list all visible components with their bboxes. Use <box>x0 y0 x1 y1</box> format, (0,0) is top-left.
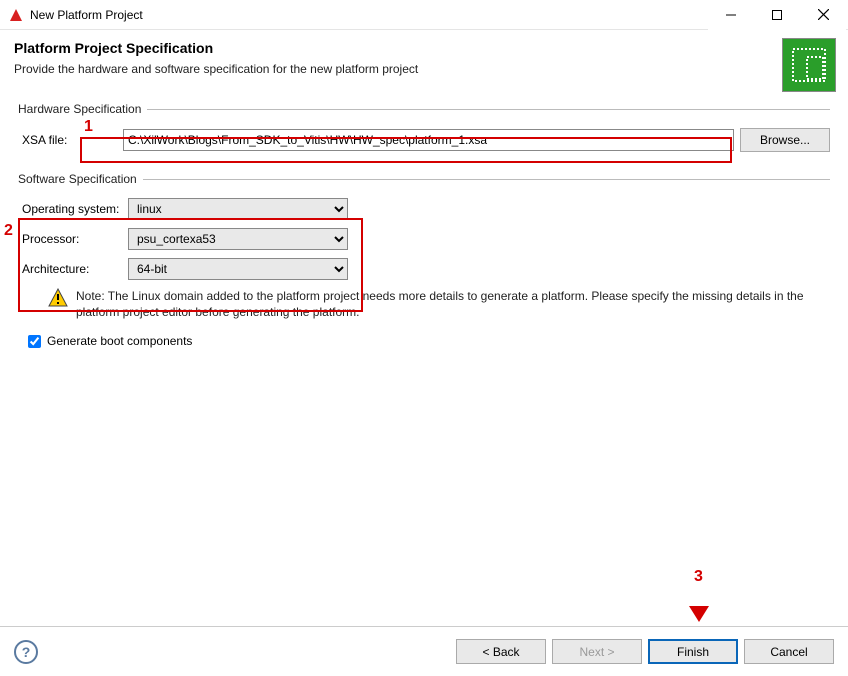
os-select[interactable]: linux <box>128 198 348 220</box>
cancel-button[interactable]: Cancel <box>744 639 834 664</box>
dialog-footer: ? < Back Next > Finish Cancel <box>0 626 848 676</box>
architecture-select[interactable]: 64-bit <box>128 258 348 280</box>
dialog-header: Platform Project Specification Provide t… <box>0 30 848 88</box>
xsa-file-label: XSA file: <box>18 133 123 147</box>
annotation-1: 1 <box>84 118 93 136</box>
platform-icon <box>782 38 836 92</box>
close-button[interactable] <box>800 0 846 30</box>
software-legend: Software Specification <box>18 172 143 186</box>
finish-button[interactable]: Finish <box>648 639 738 664</box>
architecture-label: Architecture: <box>18 262 128 276</box>
page-description: Provide the hardware and software specif… <box>14 62 834 76</box>
note-text: Note: The Linux domain added to the plat… <box>76 288 830 320</box>
generate-boot-label: Generate boot components <box>47 334 192 348</box>
window-title: New Platform Project <box>30 8 708 22</box>
os-label: Operating system: <box>18 202 128 216</box>
hardware-legend: Hardware Specification <box>18 102 147 116</box>
next-button: Next > <box>552 639 642 664</box>
hardware-spec-group: Hardware Specification XSA file: Browse.… <box>18 102 830 158</box>
xsa-file-input[interactable] <box>123 129 734 151</box>
page-title: Platform Project Specification <box>14 40 834 56</box>
software-spec-group: Software Specification Operating system:… <box>18 172 830 348</box>
generate-boot-checkbox-row[interactable]: Generate boot components <box>28 334 830 348</box>
warning-icon <box>48 288 68 308</box>
app-icon <box>8 7 24 23</box>
processor-select[interactable]: psu_cortexa53 <box>128 228 348 250</box>
minimize-button[interactable] <box>708 0 754 30</box>
help-button[interactable]: ? <box>14 640 38 664</box>
back-button[interactable]: < Back <box>456 639 546 664</box>
annotation-arrow-3 <box>684 584 714 624</box>
titlebar: New Platform Project <box>0 0 848 30</box>
maximize-button[interactable] <box>754 0 800 30</box>
processor-label: Processor: <box>18 232 128 246</box>
generate-boot-checkbox[interactable] <box>28 335 41 348</box>
browse-button[interactable]: Browse... <box>740 128 830 152</box>
annotation-2: 2 <box>4 222 13 240</box>
